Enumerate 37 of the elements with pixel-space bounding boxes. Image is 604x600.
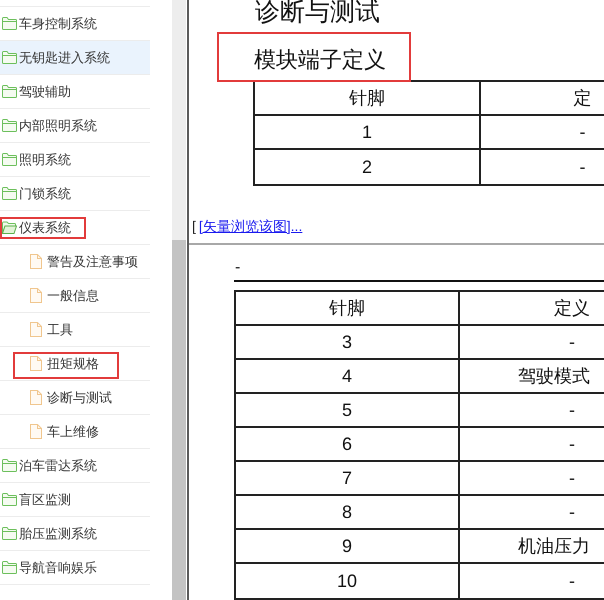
document-icon	[30, 390, 42, 405]
table-cell: 5	[236, 394, 460, 426]
table-cell: 9	[236, 530, 460, 562]
table-cell-text: 机油压力	[517, 534, 591, 558]
table-cell: 4	[236, 360, 460, 392]
column-header: 定	[572, 86, 592, 110]
table-cell-text: -	[568, 330, 576, 354]
table-cell: 2	[255, 150, 481, 184]
scrollbar-thumb[interactable]	[172, 240, 186, 600]
table-cell-text: -	[578, 156, 586, 178]
table-cell-text: -	[578, 120, 586, 144]
column-header: 定义	[553, 296, 591, 320]
table-cell-text: -	[568, 500, 576, 524]
vector-view-link[interactable]: [矢量浏览该图]...	[198, 218, 302, 234]
caption-text: -	[235, 259, 240, 277]
table-cell: 7	[236, 462, 460, 494]
table-cell: 1	[255, 116, 481, 148]
scrollbar-track[interactable]	[172, 0, 186, 600]
table-cell-text: 驾驶模式	[517, 364, 591, 388]
table-cell: 3	[236, 326, 460, 358]
document-icon	[30, 288, 42, 303]
document-icon	[30, 254, 42, 269]
table-cell: 8	[236, 496, 460, 528]
table-cell-text: -	[568, 398, 576, 422]
document-icon	[30, 356, 42, 371]
table-cell-text: -	[568, 570, 576, 592]
column-header: 针脚	[255, 82, 481, 114]
column-header: 针脚	[236, 292, 460, 324]
bracket-text: [	[192, 218, 196, 234]
table-cell: 10	[236, 564, 460, 598]
document-icon	[30, 322, 42, 337]
section-heading: 模块端子定义	[254, 48, 386, 72]
table-cell-text: -	[568, 432, 576, 456]
table-cell-text: -	[568, 466, 576, 490]
tree-item[interactable]: 无钥匙进入系统	[0, 41, 150, 75]
document-icon	[30, 424, 42, 439]
table-cell: 6	[236, 428, 460, 460]
